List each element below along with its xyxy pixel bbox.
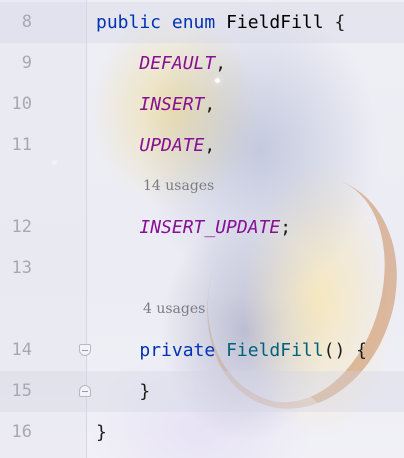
keyword-token: public	[96, 12, 162, 33]
brace-token: }	[96, 381, 151, 402]
type-name-token: FieldFill	[226, 12, 324, 33]
brace-token: {	[323, 12, 346, 33]
code-line[interactable]: 9 DEFAULT,	[0, 43, 404, 84]
indent-token	[96, 217, 139, 238]
indent-token	[96, 53, 139, 74]
line-number: 8	[21, 12, 32, 32]
punctuation-token: ,	[204, 135, 216, 156]
code-line[interactable]: 15 }	[0, 371, 404, 412]
code-line[interactable]: 8 public enum FieldFill {	[0, 2, 404, 43]
fold-marker-icon[interactable]	[79, 385, 91, 397]
code-line[interactable]: 14 private FieldFill() {	[0, 330, 404, 371]
code-line[interactable]: 12 INSERT_UPDATE;	[0, 207, 404, 248]
enum-constant-token: UPDATE	[139, 135, 205, 156]
indent-token	[96, 94, 139, 115]
code-line-text[interactable]: }	[96, 371, 150, 412]
keyword-token: enum	[171, 12, 216, 33]
code-line-text[interactable]: }	[96, 412, 107, 453]
fold-marker-icon[interactable]	[79, 344, 91, 356]
indent-token	[96, 135, 139, 156]
enum-constant-token: DEFAULT	[139, 53, 216, 74]
punctuation-token: ;	[280, 217, 292, 238]
enum-constant-token: INSERT	[139, 94, 205, 115]
constructor-name-token: FieldFill	[226, 340, 324, 361]
line-number: 13	[11, 258, 32, 278]
inlay-hint-row: 14 usages	[0, 166, 404, 207]
line-number: 12	[11, 217, 32, 237]
keyword-token: private	[139, 340, 216, 361]
punctuation-token: () {	[323, 340, 367, 361]
line-number: 10	[11, 94, 32, 114]
punctuation-token: ,	[215, 53, 227, 74]
punctuation-token: ,	[204, 94, 216, 115]
line-number: 14	[11, 340, 32, 360]
code-line[interactable]: 10 INSERT,	[0, 84, 404, 125]
inlay-hint-row: 4 usages	[0, 289, 404, 330]
line-number: 11	[11, 135, 32, 155]
brace-token: }	[96, 422, 107, 443]
code-line-text[interactable]: public enum FieldFill {	[96, 2, 345, 43]
line-number: 16	[11, 422, 32, 442]
code-line-text[interactable]: UPDATE,	[96, 125, 215, 166]
line-number: 9	[21, 53, 32, 73]
code-line[interactable]: 16 }	[0, 412, 404, 453]
indent-token	[96, 340, 139, 361]
code-line-text[interactable]: private FieldFill() {	[96, 330, 367, 371]
code-line-text[interactable]: DEFAULT,	[96, 43, 226, 84]
usages-inlay-hint[interactable]: 4 usages	[143, 289, 205, 330]
line-number: 15	[11, 381, 32, 401]
code-line-text[interactable]: INSERT_UPDATE;	[96, 207, 291, 248]
code-line-text[interactable]: INSERT,	[96, 84, 215, 125]
code-line[interactable]: 13	[0, 248, 404, 289]
usages-inlay-hint[interactable]: 14 usages	[143, 166, 214, 207]
code-line[interactable]: 11 UPDATE,	[0, 125, 404, 166]
enum-constant-token: INSERT_UPDATE	[139, 217, 281, 238]
